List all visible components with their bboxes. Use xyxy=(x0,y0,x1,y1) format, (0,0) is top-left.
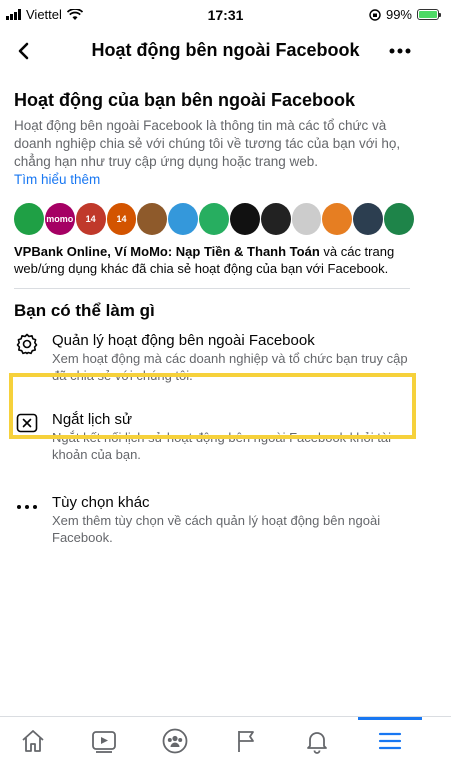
game-logo xyxy=(137,203,168,235)
camera-logo xyxy=(229,203,260,235)
bell-tab-icon[interactable] xyxy=(301,725,333,757)
status-right: 99% xyxy=(369,7,441,22)
green-face-logo xyxy=(384,203,414,235)
home-tab-icon[interactable] xyxy=(17,725,49,757)
option-desc: Xem thêm tùy chọn về cách quản lý hoạt đ… xyxy=(52,513,381,545)
content: Hoạt động của bạn bên ngoài Facebook Hoạ… xyxy=(14,90,414,546)
thien-ha-logo xyxy=(260,203,291,235)
bird-logo xyxy=(168,203,199,235)
more-options-option[interactable]: Tùy chọn khác Xem thêm tùy chọn về cách … xyxy=(14,493,414,546)
tinh-logo xyxy=(291,203,322,235)
more-options-button[interactable] xyxy=(387,38,413,64)
menu-tab-icon[interactable] xyxy=(374,725,406,757)
app14-logo-1: 14 xyxy=(75,203,106,235)
page-title: Hoạt động bên ngoài Facebook xyxy=(91,40,360,60)
flag-tab-icon[interactable] xyxy=(230,725,262,757)
tab-bar xyxy=(0,716,451,772)
battery-percent: 99% xyxy=(385,7,412,22)
groups-tab-icon[interactable] xyxy=(159,725,191,757)
what-you-can-do-heading: Bạn có thể làm gì xyxy=(14,301,155,320)
option-title: Tùy chọn khác xyxy=(52,494,150,511)
apps-shared-text: VPBank Online, Ví MoMo: Nạp Tiền & Thanh… xyxy=(14,243,414,277)
highlight-box xyxy=(9,373,416,439)
nav-bar: Hoạt động bên ngoài Facebook xyxy=(0,30,451,72)
apps-names: VPBank Online, Ví MoMo: Nạp Tiền & Thanh… xyxy=(14,244,320,259)
battery-icon xyxy=(417,9,441,20)
active-tab-indicator xyxy=(358,717,422,720)
ellipsis-icon xyxy=(14,493,40,519)
status-bar: Viettel 17:31 99% xyxy=(0,0,451,30)
section-description: Hoạt động bên ngoài Facebook là thông ti… xyxy=(14,118,401,169)
app14-logo-2: 14 xyxy=(106,203,137,235)
divider xyxy=(14,288,410,289)
watch-tab-icon[interactable] xyxy=(88,725,120,757)
gear-icon xyxy=(14,331,40,357)
option-title: Quản lý hoạt động bên ngoài Facebook xyxy=(52,332,315,349)
app-logos-row[interactable]: momo 14 14 xyxy=(14,203,414,235)
section-heading: Hoạt động của bạn bên ngoài Facebook xyxy=(14,90,356,110)
leaf-logo xyxy=(199,203,229,235)
orientation-lock-icon xyxy=(369,8,381,21)
momo-logo: momo xyxy=(44,203,75,235)
learn-more-link[interactable]: Tìm hiểu thêm xyxy=(14,171,414,189)
brand-logo xyxy=(353,203,384,235)
news-logo xyxy=(322,203,353,235)
vpbank-logo xyxy=(14,203,44,235)
